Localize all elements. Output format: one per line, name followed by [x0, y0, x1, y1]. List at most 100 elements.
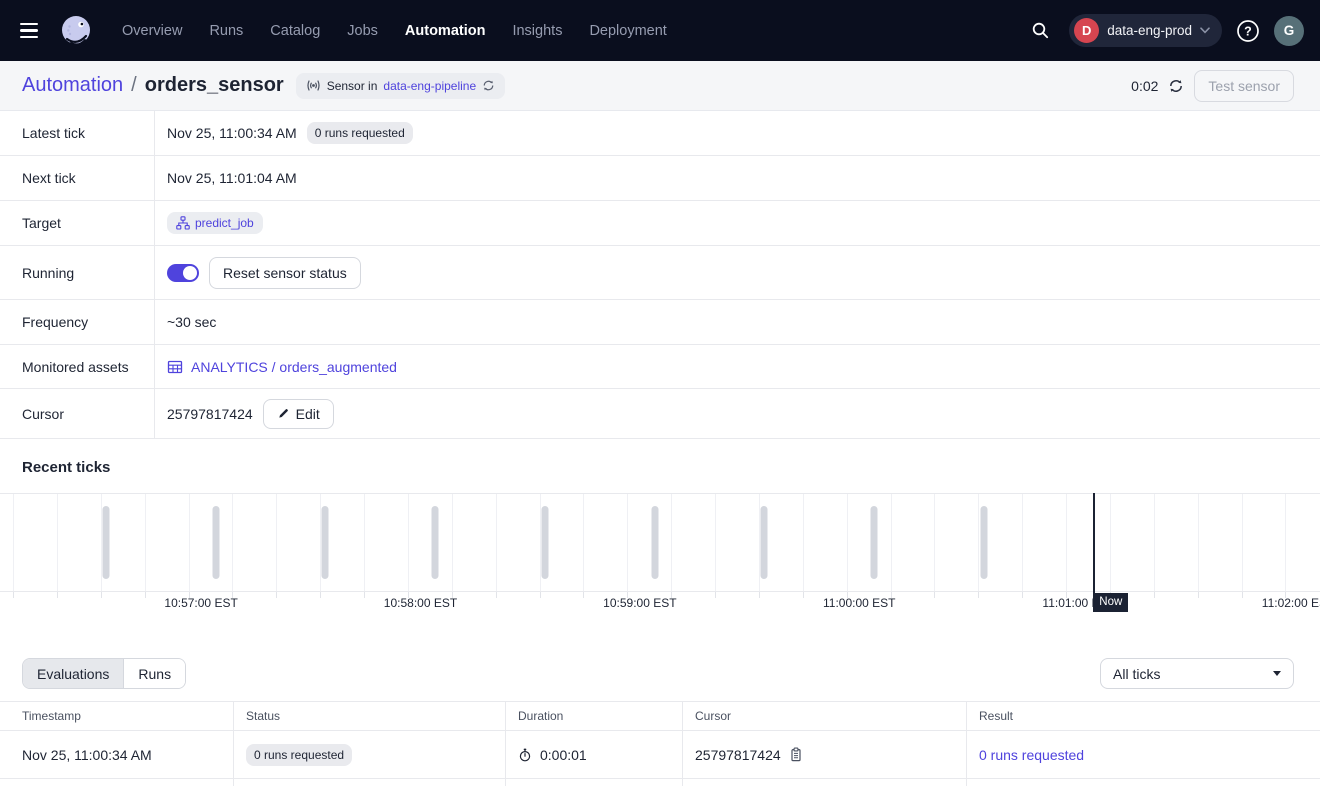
table-row-partial	[0, 779, 1320, 786]
nav-item-overview[interactable]: Overview	[122, 23, 182, 39]
evaluations-table: Timestamp Status Duration Cursor Result …	[0, 701, 1320, 786]
frequency-label: Frequency	[0, 300, 155, 344]
row-cursor: 25797817424	[695, 747, 781, 763]
next-tick-row: Next tick Nov 25, 11:01:04 AM	[0, 156, 1320, 201]
user-avatar[interactable]: G	[1274, 16, 1304, 46]
tick-bar[interactable]	[212, 506, 219, 579]
nav-item-insights[interactable]: Insights	[512, 23, 562, 39]
now-marker-line	[1093, 493, 1095, 597]
refresh-icon[interactable]	[1168, 78, 1184, 94]
search-icon[interactable]	[1024, 15, 1056, 47]
nav-item-deployment[interactable]: Deployment	[589, 23, 666, 39]
breadcrumb-automation-link[interactable]: Automation	[22, 74, 123, 97]
gridline	[891, 494, 892, 591]
gridline	[803, 494, 804, 591]
refresh-countdown: 0:02	[1131, 78, 1158, 94]
reload-location-icon[interactable]	[482, 79, 495, 92]
col-timestamp: Timestamp	[0, 702, 233, 730]
target-row: Target predict_job	[0, 201, 1320, 246]
tick-bar[interactable]	[322, 506, 329, 579]
nav-item-jobs[interactable]: Jobs	[347, 23, 378, 39]
axis-tick	[276, 592, 277, 598]
monitored-asset-link[interactable]: ANALYTICS / orders_augmented	[167, 359, 397, 375]
gridline	[408, 494, 409, 591]
tab-runs[interactable]: Runs	[123, 659, 185, 688]
hamburger-menu-icon[interactable]	[16, 19, 42, 43]
page-title: orders_sensor	[145, 74, 284, 97]
row-duration: 0:00:01	[540, 747, 587, 763]
next-tick-value: Nov 25, 11:01:04 AM	[167, 170, 297, 186]
axis-tick	[496, 592, 497, 598]
axis-label: 11:02:00 EST	[1262, 596, 1320, 610]
axis-label: 10:58:00 EST	[384, 596, 457, 610]
gridline	[934, 494, 935, 591]
axis-label: 11:00:00 EST	[823, 596, 896, 610]
breadcrumb-separator: /	[131, 74, 137, 97]
latest-tick-label: Latest tick	[0, 111, 155, 155]
help-icon[interactable]: ?	[1235, 18, 1261, 44]
table-header-row: Timestamp Status Duration Cursor Result	[0, 701, 1320, 731]
gridline	[627, 494, 628, 591]
running-label: Running	[0, 246, 155, 299]
target-label: Target	[0, 201, 155, 245]
tab-evaluations[interactable]: Evaluations	[23, 659, 123, 688]
tick-bar[interactable]	[980, 506, 987, 579]
tick-filter-value: All ticks	[1113, 666, 1160, 682]
axis-tick	[1242, 592, 1243, 598]
reset-sensor-status-button[interactable]: Reset sensor status	[209, 257, 361, 289]
dagster-logo-icon[interactable]	[58, 13, 94, 49]
col-duration: Duration	[505, 702, 682, 730]
axis-label: 10:59:00 EST	[603, 596, 676, 610]
tick-filter-select[interactable]: All ticks	[1100, 658, 1294, 689]
edit-cursor-button[interactable]: Edit	[263, 399, 334, 429]
gridline	[496, 494, 497, 591]
col-cursor: Cursor	[682, 702, 966, 730]
tick-bar[interactable]	[870, 506, 877, 579]
gridline	[145, 494, 146, 591]
nav-item-automation[interactable]: Automation	[405, 23, 486, 39]
page-header: Automation / orders_sensor Sensor in dat…	[0, 61, 1320, 111]
next-tick-label: Next tick	[0, 156, 155, 200]
tick-bar[interactable]	[103, 506, 110, 579]
test-sensor-button[interactable]: Test sensor	[1194, 70, 1294, 102]
cursor-row: Cursor 25797817424 Edit	[0, 389, 1320, 439]
nav-item-runs[interactable]: Runs	[209, 23, 243, 39]
code-location-link[interactable]: data-eng-pipeline	[383, 79, 476, 93]
nav-menu: Overview Runs Catalog Jobs Automation In…	[122, 23, 667, 39]
axis-tick	[583, 592, 584, 598]
target-job-chip[interactable]: predict_job	[167, 212, 263, 234]
deployment-name: data-eng-prod	[1107, 23, 1192, 38]
axis-tick	[13, 592, 14, 598]
axis-tick	[715, 592, 716, 598]
gridline	[13, 494, 14, 591]
axis-tick	[759, 592, 760, 598]
asset-table-icon	[167, 359, 183, 375]
gridline	[452, 494, 453, 591]
tick-bar[interactable]	[432, 506, 439, 579]
tick-bar[interactable]	[651, 506, 658, 579]
col-result: Result	[966, 702, 1320, 730]
deployment-switcher[interactable]: D data-eng-prod	[1069, 14, 1222, 47]
tick-plot-area[interactable]	[0, 493, 1320, 592]
svg-text:?: ?	[1244, 24, 1252, 38]
tick-bar[interactable]	[761, 506, 768, 579]
nav-item-catalog[interactable]: Catalog	[270, 23, 320, 39]
row-timestamp: Nov 25, 11:00:34 AM	[22, 747, 152, 763]
row-result-link[interactable]: 0 runs requested	[979, 747, 1084, 763]
latest-tick-row: Latest tick Nov 25, 11:00:34 AM 0 runs r…	[0, 111, 1320, 156]
axis-label: 10:57:00 EST	[164, 596, 237, 610]
gridline	[583, 494, 584, 591]
tick-bar[interactable]	[541, 506, 548, 579]
copy-clipboard-icon[interactable]	[789, 747, 803, 762]
cursor-label: Cursor	[0, 389, 155, 438]
axis-tick	[1022, 592, 1023, 598]
frequency-value: ~30 sec	[167, 314, 216, 330]
table-row[interactable]: Nov 25, 11:00:34 AM 0 runs requested 0:0…	[0, 731, 1320, 779]
running-toggle[interactable]	[167, 264, 199, 282]
recent-ticks-timeline[interactable]: 10:57:00 EST 10:58:00 EST 10:59:00 EST 11:0…	[0, 493, 1320, 620]
latest-tick-value: Nov 25, 11:00:34 AM	[167, 125, 297, 141]
gridline	[1285, 494, 1286, 591]
gridline	[364, 494, 365, 591]
recent-ticks-title: Recent ticks	[0, 439, 1320, 493]
gridline	[189, 494, 190, 591]
